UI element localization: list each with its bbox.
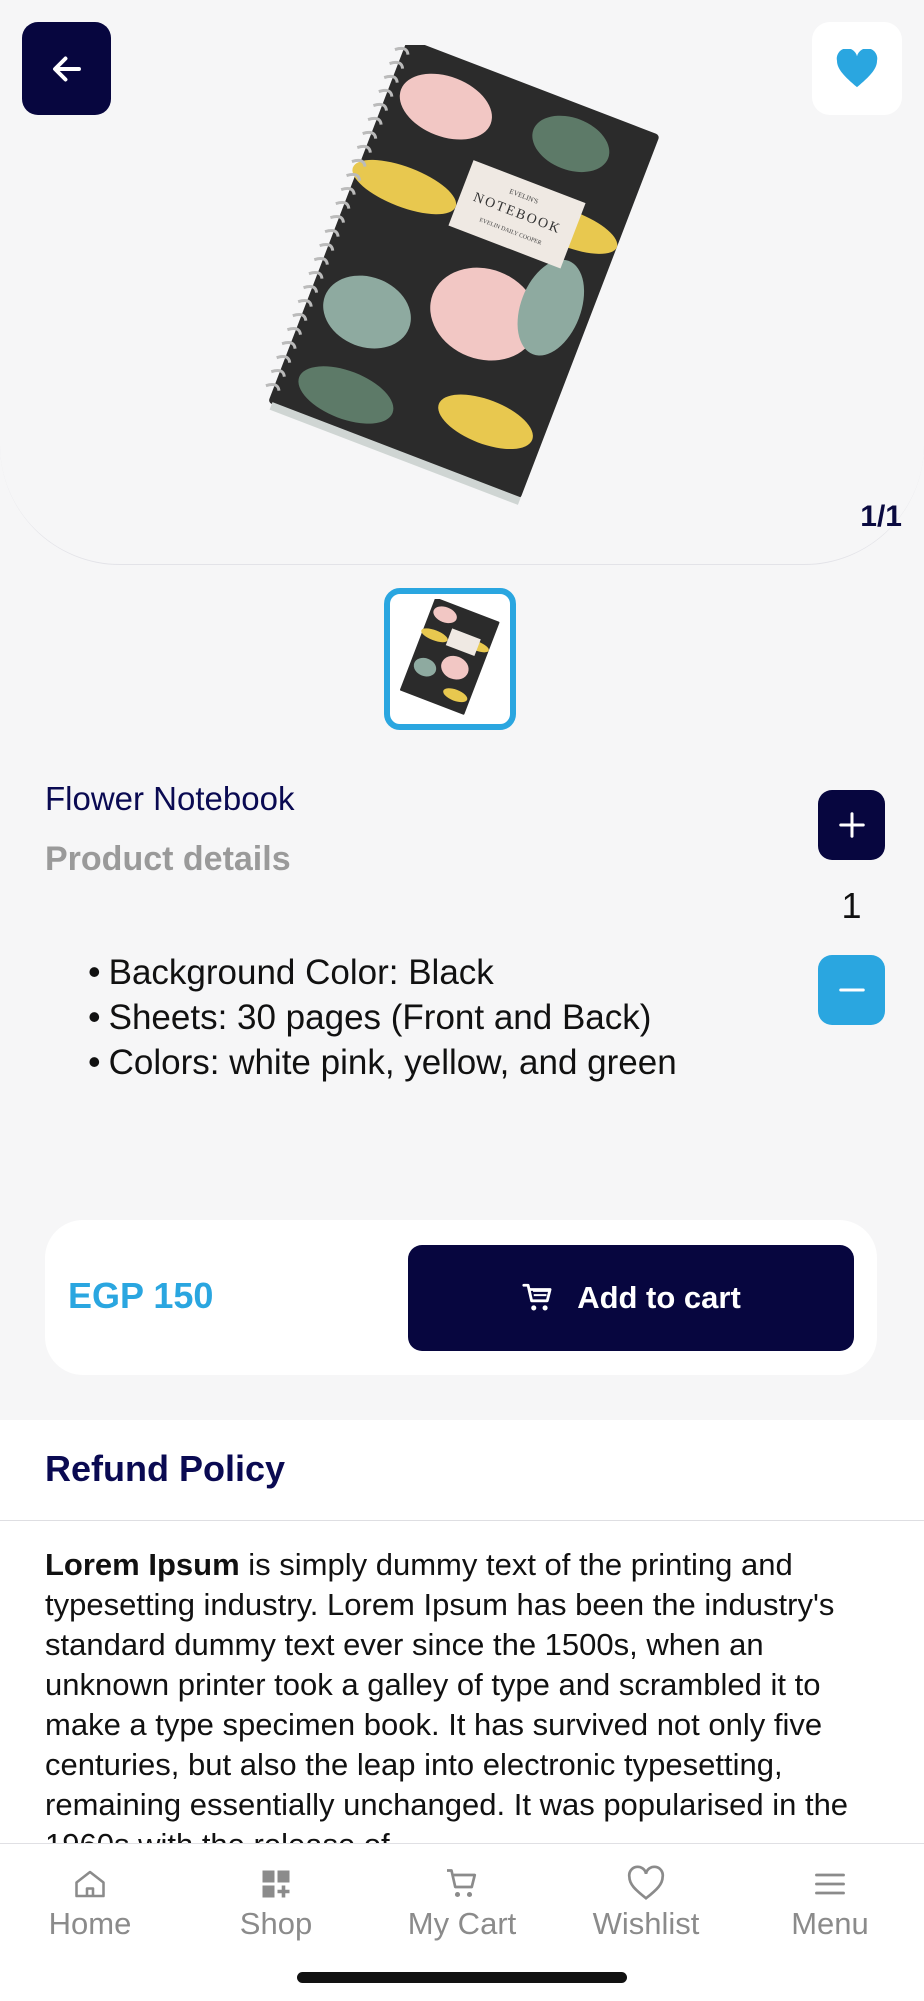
minus-icon [838,988,865,992]
tab-label: My Cart [407,1906,517,1941]
decrease-quantity-button[interactable] [818,955,885,1025]
heart-icon [836,48,878,87]
tab-my-cart[interactable]: My Cart [377,1864,547,1942]
refund-body-text: is simply dummy text of the printing and… [45,1547,849,1862]
grid-icon [262,1870,290,1898]
product-details-heading: Product details [45,840,291,878]
image-counter: 1/1 [860,500,902,533]
refund-bold-text: Lorem Ipsum [45,1547,240,1582]
tab-shop[interactable]: Shop [191,1864,361,1942]
list-item: Background Color: Black [88,950,677,995]
increase-quantity-button[interactable] [818,790,885,860]
thumbnail-image [400,599,500,715]
product-image[interactable]: EVELIN'S NOTEBOOK EVELIN DAILY COOPER [255,45,675,515]
tab-label: Home [48,1906,132,1941]
refund-policy-heading: Refund Policy [45,1448,286,1489]
tab-home[interactable]: Home [5,1864,175,1942]
heart-icon [627,1865,665,1900]
arrow-left-icon [52,56,81,81]
feature-list: Background Color: Black Sheets: 30 pages… [88,950,677,1085]
add-to-cart-label: Add to cart [577,1280,741,1315]
plus-icon [838,812,865,838]
purchase-card: EGP 150 Add to cart [45,1220,877,1375]
image-thumbnail[interactable] [384,588,516,730]
tab-label: Menu [791,1906,869,1941]
product-title: Flower Notebook [45,780,295,817]
cart-icon [447,1869,477,1898]
product-image-area: EVELIN'S NOTEBOOK EVELIN DAILY COOPER 1/… [0,0,924,565]
refund-policy-text: Lorem Ipsum is simply dummy text of the … [45,1545,885,1865]
tab-label: Wishlist [592,1906,700,1941]
divider [0,1520,924,1521]
tab-label: Shop [239,1906,313,1941]
quantity-value: 1 [841,885,862,926]
favorite-button[interactable] [812,22,902,115]
tab-wishlist[interactable]: Wishlist [561,1864,731,1942]
price-label: EGP 150 [68,1275,214,1316]
menu-icon [815,1873,845,1895]
tab-menu[interactable]: Menu [745,1864,915,1942]
add-to-cart-button[interactable]: Add to cart [408,1245,854,1351]
home-icon [75,1870,105,1898]
back-button[interactable] [22,22,111,115]
home-indicator [297,1972,627,1983]
cart-icon [522,1283,552,1311]
list-item: Sheets: 30 pages (Front and Back) [88,995,677,1040]
list-item: Colors: white pink, yellow, and green [88,1040,677,1085]
